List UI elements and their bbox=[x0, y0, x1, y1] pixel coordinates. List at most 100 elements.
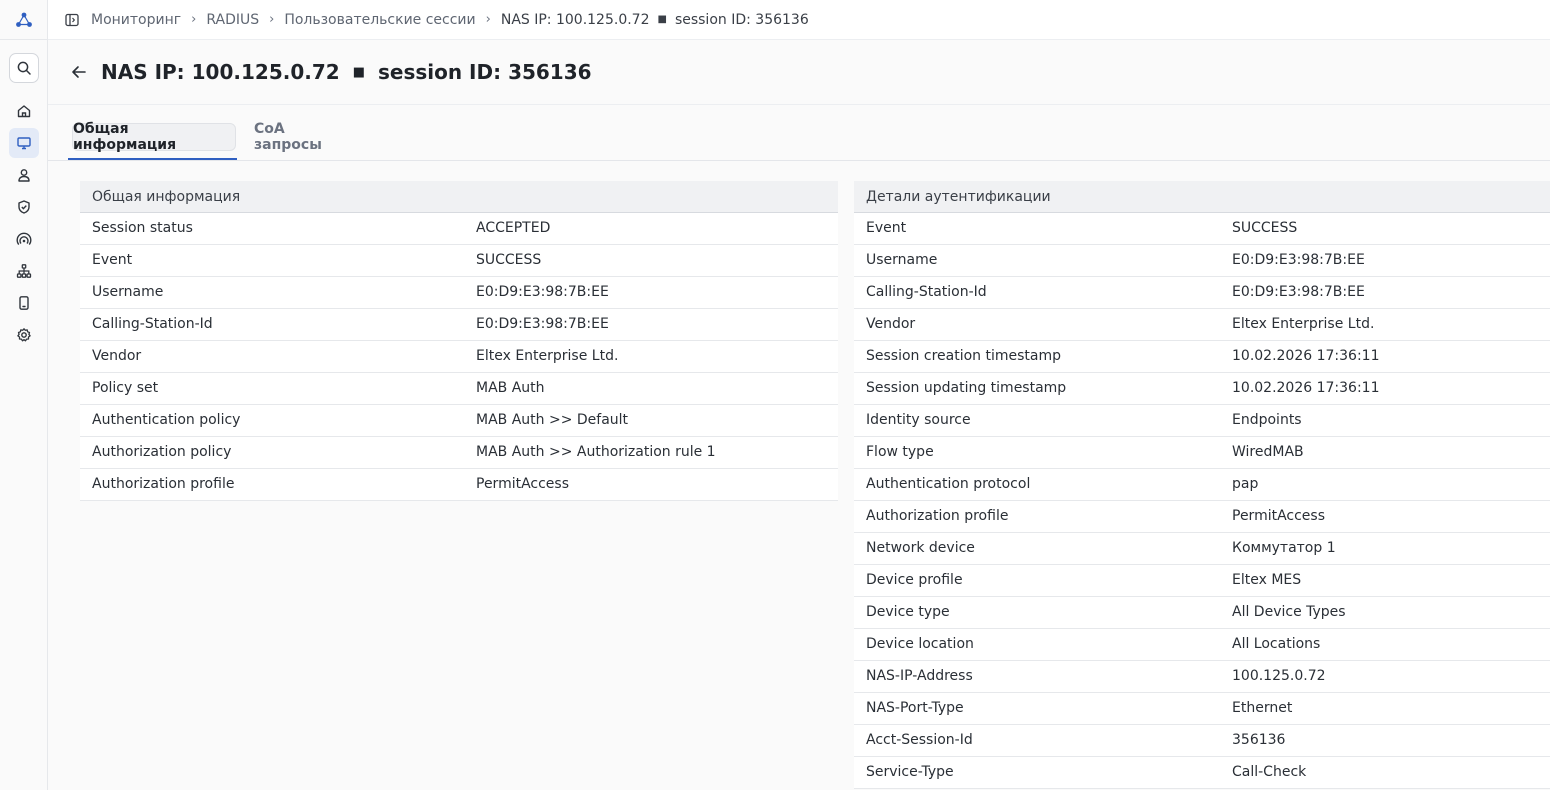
field-value: All Device Types bbox=[1232, 604, 1346, 620]
table-row: Session creation timestamp 10.02.2026 17:… bbox=[854, 341, 1550, 373]
square-separator-icon: ■ bbox=[657, 14, 667, 25]
sidebar-item-radio[interactable] bbox=[9, 224, 39, 254]
table-row: Acct-Session-Id 356136 bbox=[854, 725, 1550, 757]
field-label: Event bbox=[92, 252, 133, 268]
field-value: Eltex MES bbox=[1232, 572, 1302, 588]
field-label: Session status bbox=[92, 220, 193, 236]
field-value: MAB Auth >> Default bbox=[476, 412, 629, 428]
tab-general-info[interactable]: Общая информация bbox=[72, 121, 236, 153]
field-label: Acct-Session-Id bbox=[866, 732, 973, 748]
breadcrumb: Мониторинг › RADIUS › Пользовательские с… bbox=[48, 0, 1550, 40]
table-row: Authorization profile PermitAccess bbox=[854, 501, 1550, 533]
field-value: All Locations bbox=[1232, 636, 1321, 652]
table-row: Authorization policy MAB Auth >> Authoriz… bbox=[80, 437, 838, 469]
field-value: Коммутатор 1 bbox=[1232, 540, 1336, 556]
field-value: 10.02.2026 17:36:11 bbox=[1232, 348, 1380, 364]
monitor-icon bbox=[17, 137, 31, 150]
breadcrumb-item-monitoring[interactable]: Мониторинг bbox=[91, 12, 181, 28]
table-row: Session status ACCEPTED bbox=[80, 213, 838, 245]
field-label: NAS-IP-Address bbox=[866, 668, 973, 684]
field-label: Session updating timestamp bbox=[866, 380, 1067, 396]
sidebar-item-settings[interactable] bbox=[9, 320, 39, 350]
sidebar-toggle-icon[interactable] bbox=[65, 13, 79, 27]
breadcrumb-item-sessions[interactable]: Пользовательские сессии bbox=[284, 12, 475, 28]
main-content: Общая информация Session status ACCEPTED E… bbox=[48, 161, 1550, 790]
breadcrumb-current-nas: NAS IP: 100.125.0.72 bbox=[500, 11, 650, 28]
field-label: Device location bbox=[866, 636, 974, 652]
field-label: Flow type bbox=[866, 444, 934, 460]
field-label: NAS-Port-Type bbox=[866, 700, 964, 716]
field-value: MAB Auth >> Authorization rule 1 bbox=[476, 444, 716, 460]
table-row: Identity source Endpoints bbox=[854, 405, 1550, 437]
sidebar-item-home[interactable] bbox=[9, 96, 39, 126]
general-info-panel: Общая информация Session status ACCEPTED E… bbox=[80, 181, 838, 501]
field-value: Endpoints bbox=[1232, 412, 1302, 428]
sidebar-search-button[interactable] bbox=[9, 53, 39, 83]
sidebar-divider bbox=[0, 39, 48, 40]
chevron-right-icon: › bbox=[269, 12, 275, 27]
field-label: Policy set bbox=[92, 380, 159, 396]
table-row: Vendor Eltex Enterprise Ltd. bbox=[854, 309, 1550, 341]
square-separator-icon: ■ bbox=[352, 64, 365, 80]
field-label: Network device bbox=[866, 540, 975, 556]
field-value: Ethernet bbox=[1232, 700, 1293, 716]
table-row: Device profile Eltex MES bbox=[854, 565, 1550, 597]
sidebar-item-network[interactable] bbox=[9, 256, 39, 286]
table-row: Event SUCCESS bbox=[854, 213, 1550, 245]
table-row: Calling-Station-Id E0:D9:E3:98:7B:EE bbox=[854, 277, 1550, 309]
sidebar-item-security[interactable] bbox=[9, 192, 39, 222]
field-label: Authentication policy bbox=[92, 412, 241, 428]
page-header: NAS IP: 100.125.0.72 ■ session ID: 35613… bbox=[48, 40, 1550, 105]
gear-icon bbox=[17, 328, 31, 342]
field-label: Identity source bbox=[866, 412, 971, 428]
table-row: NAS-IP-Address 100.125.0.72 bbox=[854, 661, 1550, 693]
field-value: E0:D9:E3:98:7B:EE bbox=[1232, 284, 1365, 300]
table-row: Authorization profile PermitAccess bbox=[80, 469, 838, 501]
table-row: Username E0:D9:E3:98:7B:EE bbox=[80, 277, 838, 309]
active-tab-indicator bbox=[68, 158, 237, 160]
home-icon bbox=[17, 105, 31, 118]
field-value: Call-Check bbox=[1232, 764, 1307, 780]
back-arrow-icon[interactable] bbox=[70, 63, 88, 81]
table-row: Device location All Locations bbox=[854, 629, 1550, 661]
panel-title: Детали аутентификации bbox=[854, 181, 1550, 213]
breadcrumb-current-session: session ID: 356136 bbox=[674, 11, 809, 28]
field-label: Calling-Station-Id bbox=[92, 316, 213, 332]
logo-icon[interactable] bbox=[14, 10, 34, 30]
sidebar-item-devices[interactable] bbox=[9, 288, 39, 318]
chevron-right-icon: › bbox=[485, 12, 491, 27]
sidebar-item-monitoring[interactable] bbox=[9, 128, 39, 158]
table-row: Session updating timestamp 10.02.2026 17:… bbox=[854, 373, 1550, 405]
table-row: Username E0:D9:E3:98:7B:EE bbox=[854, 245, 1550, 277]
field-value: E0:D9:E3:98:7B:EE bbox=[476, 284, 609, 300]
table-row: Authentication policy MAB Auth >> Default bbox=[80, 405, 838, 437]
field-value: Eltex Enterprise Ltd. bbox=[1232, 316, 1375, 332]
field-label: Service-Type bbox=[866, 764, 954, 780]
table-row: Authentication protocol pap bbox=[854, 469, 1550, 501]
field-label: Device type bbox=[866, 604, 950, 620]
field-value: 10.02.2026 17:36:11 bbox=[1232, 380, 1380, 396]
field-label: Username bbox=[866, 252, 938, 268]
table-row: Flow type WiredMAB bbox=[854, 437, 1550, 469]
user-icon bbox=[18, 169, 30, 182]
field-value: pap bbox=[1232, 476, 1259, 492]
breadcrumb-item-radius[interactable]: RADIUS bbox=[206, 12, 259, 28]
field-value: MAB Auth bbox=[476, 380, 545, 396]
page-title-nas: NAS IP: 100.125.0.72 bbox=[101, 60, 340, 84]
table-row: Vendor Eltex Enterprise Ltd. bbox=[80, 341, 838, 373]
field-label: Device profile bbox=[866, 572, 963, 588]
field-label: Session creation timestamp bbox=[866, 348, 1061, 364]
auth-details-panel: Детали аутентификации Event SUCCESS Userna… bbox=[854, 181, 1550, 789]
table-row: Policy set MAB Auth bbox=[80, 373, 838, 405]
field-value: Eltex Enterprise Ltd. bbox=[476, 348, 619, 364]
panel-title: Общая информация bbox=[80, 181, 838, 213]
field-label: Vendor bbox=[866, 316, 916, 332]
sidebar-item-users[interactable] bbox=[9, 160, 39, 190]
sidebar bbox=[0, 0, 48, 790]
field-value: SUCCESS bbox=[1232, 220, 1298, 236]
field-label: Authentication protocol bbox=[866, 476, 1031, 492]
tab-coa-requests[interactable]: CoA запросы bbox=[254, 121, 354, 153]
table-row: Network device Коммутатор 1 bbox=[854, 533, 1550, 565]
field-label: Authorization profile bbox=[92, 476, 235, 492]
field-label: Vendor bbox=[92, 348, 142, 364]
